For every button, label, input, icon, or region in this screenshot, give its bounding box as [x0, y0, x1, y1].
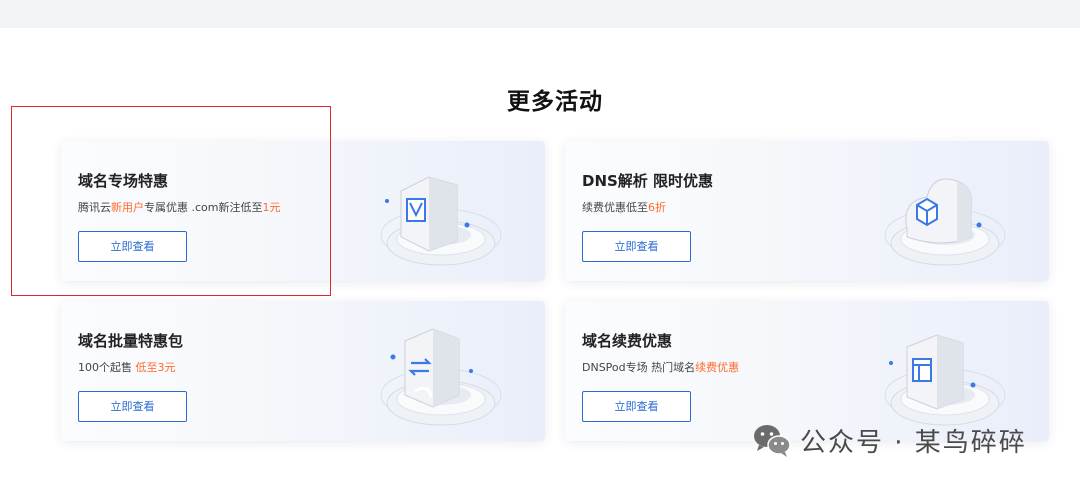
desc-highlight: 续费优惠: [695, 361, 740, 374]
wechat-icon: [754, 425, 791, 457]
top-band: [0, 0, 1080, 28]
desc-text: 续费优惠低至: [582, 201, 648, 214]
card-description: 续费优惠低至6折: [582, 199, 666, 215]
promo-card-dns-resolve[interactable]: DNS解析 限时优惠 续费优惠低至6折 立即查看: [565, 141, 1049, 281]
card-title: 域名续费优惠: [582, 332, 673, 350]
window-box-icon: [884, 334, 1006, 426]
watermark-text: 公众号 · 某鸟碎碎: [800, 427, 1027, 458]
view-now-button[interactable]: 立即查看: [78, 391, 187, 422]
tag-badge-icon: [380, 176, 502, 266]
card-title: 域名批量特惠包: [78, 332, 184, 350]
card-description: 100个起售 低至3元: [78, 359, 176, 375]
desc-text: DNSPod专场 热门域名: [582, 361, 696, 374]
view-now-button[interactable]: 立即查看: [582, 391, 691, 422]
card-description: DNSPod专场 热门域名续费优惠: [582, 359, 739, 375]
promo-card-bulk-package[interactable]: 域名批量特惠包 100个起售 低至3元 立即查看: [61, 301, 545, 441]
desc-highlight: 低至3元: [135, 361, 176, 374]
watermark: 公众号 · 某鸟碎碎: [752, 420, 1027, 460]
cloud-cube-icon: [884, 178, 1006, 266]
card-title: DNS解析 限时优惠: [582, 172, 714, 190]
transfer-arrows-icon: [380, 328, 502, 426]
view-now-button[interactable]: 立即查看: [582, 231, 691, 262]
desc-highlight: 6折: [648, 201, 666, 214]
annotation-highlight-frame: [11, 106, 331, 296]
desc-text: 100个起售: [78, 361, 136, 374]
